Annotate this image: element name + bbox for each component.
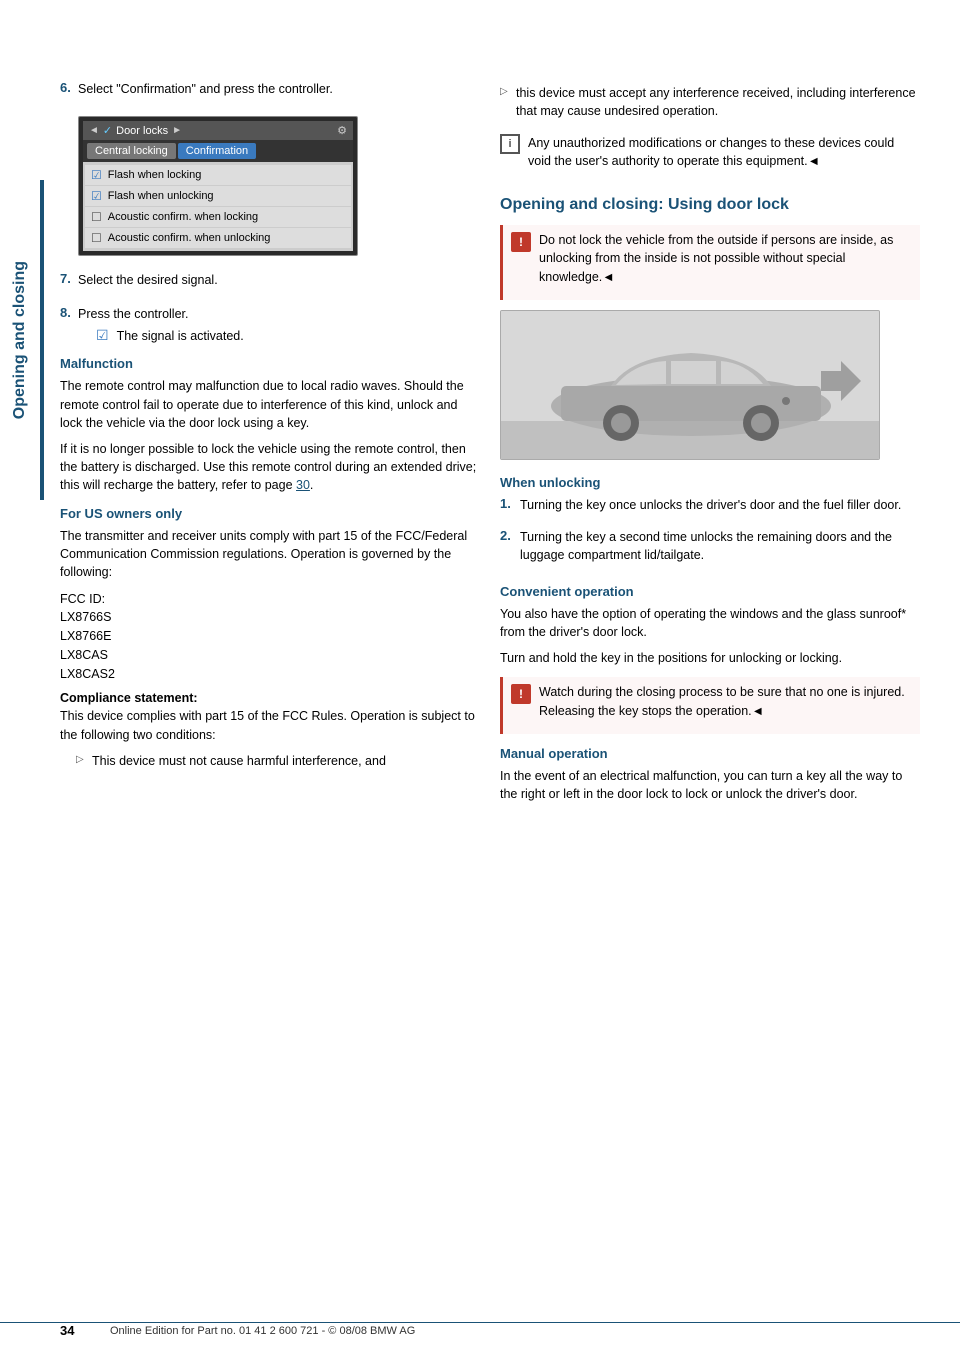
malfunction-page-link[interactable]: 30 [296,478,310,492]
step-8: 8. Press the controller. ☑ The signal is… [60,305,480,344]
convenient-text2: Turn and hold the key in the positions f… [500,649,920,667]
warning-box-convenient: ! Watch during the closing process to be… [500,677,920,733]
footer-text: Online Edition for Part no. 01 41 2 600 … [110,1325,415,1337]
when-unlocking-heading: When unlocking [500,475,920,490]
manual-operation-text: In the event of an electrical malfunctio… [500,767,920,803]
car-diagram-svg [501,311,880,460]
car-image [500,310,880,460]
for-us-heading: For US owners only [60,506,480,521]
compliance-statement: Compliance statement: This device compli… [60,689,480,743]
warning-triangle-icon: ! [511,232,531,252]
ui-header-left: ◄ ✓ Door locks ► [89,124,182,137]
sidebar-accent [40,180,44,500]
bullet-2: ▷ this device must accept any interferen… [500,84,920,128]
triangle-bullet-icon-1: ▷ [76,754,86,765]
ui-row-acoustic-unlocking: Acoustic confirm. when unlocking [85,228,351,248]
manual-operation-heading: Manual operation [500,746,920,761]
convenient-heading: Convenient operation [500,584,920,599]
malfunction-text2: If it is no longer possible to lock the … [60,440,480,494]
ui-row-flash-locking: Flash when locking [85,165,351,185]
ui-screenshot: ◄ ✓ Door locks ► ⚙ Central locking Confi… [78,116,358,256]
signal-activated-line: ☑ The signal is activated. [96,327,244,344]
section-heading-door-lock: Opening and closing: Using door lock [500,195,920,216]
note-icon: i [500,134,520,154]
for-us-text1: The transmitter and receiver units compl… [60,527,480,581]
convenient-text1: You also have the option of operating th… [500,605,920,641]
step-7: 7. Select the desired signal. [60,271,480,297]
footer: 34 Online Edition for Part no. 01 41 2 6… [0,1322,960,1338]
ui-row-flash-unlocking: Flash when unlocking [85,186,351,206]
triangle-bullet-icon-2: ▷ [500,86,510,97]
ui-row-acoustic-locking: Acoustic confirm. when locking [85,207,351,227]
signal-checkmark-icon: ☑ [96,327,109,344]
unlock-step-2: 2. Turning the key a second time unlocks… [500,528,920,572]
ui-tab-central-locking: Central locking [87,143,176,159]
step-6: 6. Select "Confirmation" and press the c… [60,80,480,106]
warning-box-door-lock: ! Do not lock the vehicle from the outsi… [500,225,920,299]
malfunction-heading: Malfunction [60,356,480,371]
ui-tab-confirmation: Confirmation [178,143,256,159]
ui-door-locks-label: Door locks [116,125,168,137]
malfunction-text1: The remote control may malfunction due t… [60,377,480,431]
ui-tabs: Central locking Confirmation [83,140,353,162]
right-column: ▷ this device must accept any interferen… [500,80,920,811]
ui-header: ◄ ✓ Door locks ► ⚙ [83,121,353,140]
page-container: Opening and closing 6. Select "Confirmat… [0,0,960,1358]
forward-arrow-icon: ► [172,125,182,136]
warning-triangle-icon-2: ! [511,684,531,704]
fcc-ids: FCC ID: LX8766S LX8766E LX8CAS LX8CAS2 [60,590,480,684]
note-box: i Any unauthorized modifications or chan… [500,134,920,178]
sidebar-label: Opening and closing [0,180,40,500]
bullet-1: ▷ This device must not cause harmful int… [76,752,480,778]
unlock-step-1: 1. Turning the key once unlocks the driv… [500,496,920,522]
ui-checkmark-icon: ✓ [103,124,112,137]
back-arrow-icon: ◄ [89,125,99,136]
ui-rows: Flash when locking Flash when unlocking … [83,162,353,251]
ui-settings-icon: ⚙ [337,124,347,137]
page-number: 34 [60,1323,90,1338]
left-column: 6. Select "Confirmation" and press the c… [60,80,480,782]
